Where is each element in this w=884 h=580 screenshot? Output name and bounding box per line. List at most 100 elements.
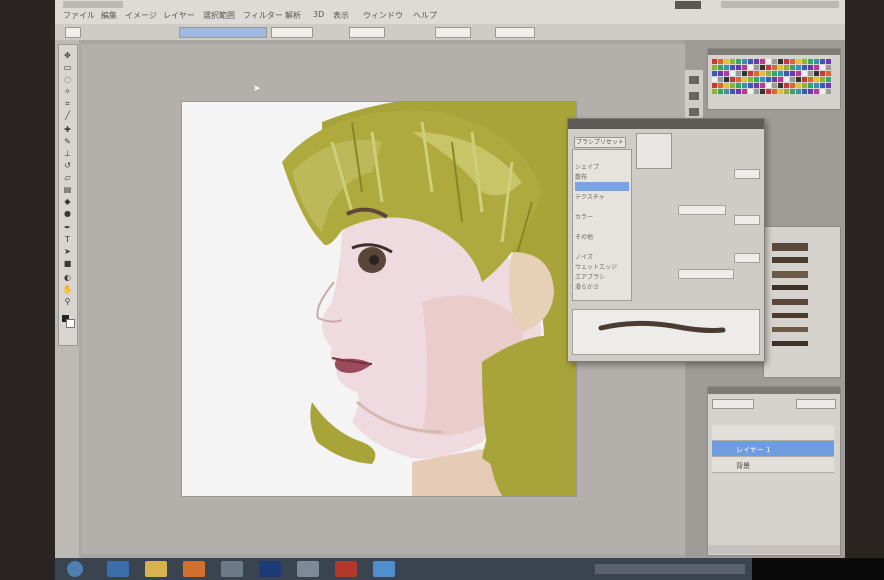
airbrush-toggle[interactable]	[495, 27, 535, 38]
color-swatch[interactable]	[724, 77, 729, 82]
taskbar-app-icon[interactable]	[221, 561, 243, 577]
menu-filter[interactable]: フィルター	[243, 10, 283, 21]
color-swatch[interactable]	[814, 65, 819, 70]
min-field[interactable]	[734, 253, 760, 263]
background-color[interactable]	[66, 319, 75, 328]
workspace-button[interactable]	[675, 1, 701, 9]
eyedropper-icon[interactable]: ╱	[62, 111, 73, 120]
color-swatch[interactable]	[718, 59, 723, 64]
color-swatch[interactable]	[760, 89, 765, 94]
color-swatch[interactable]	[760, 65, 765, 70]
color-swatch[interactable]	[820, 71, 825, 76]
color-swatch[interactable]	[766, 59, 771, 64]
control-select[interactable]	[678, 205, 726, 215]
color-swatch[interactable]	[766, 71, 771, 76]
brush-icon[interactable]	[689, 108, 699, 116]
color-swatch[interactable]	[718, 77, 723, 82]
color-swatch[interactable]	[784, 89, 789, 94]
color-swatch[interactable]	[736, 77, 741, 82]
color-swatch[interactable]	[778, 89, 783, 94]
gradient-icon[interactable]: ▤	[62, 185, 73, 194]
brush-presets-button[interactable]: ブラシプリセット	[574, 137, 626, 148]
color-swatch[interactable]	[778, 59, 783, 64]
color-swatch[interactable]	[772, 71, 777, 76]
brush-setting[interactable]: 滑らかさ	[575, 282, 629, 291]
taskbar-explorer-icon[interactable]	[145, 561, 167, 577]
type-tool-icon[interactable]: T	[62, 235, 73, 244]
color-swatch[interactable]	[742, 77, 747, 82]
color-swatch[interactable]	[766, 77, 771, 82]
adjustments-icon[interactable]	[689, 92, 699, 100]
color-swatch[interactable]	[802, 77, 807, 82]
brush-stroke-6[interactable]	[772, 313, 808, 318]
color-swatch[interactable]	[724, 71, 729, 76]
color-swatch[interactable]	[766, 65, 771, 70]
color-swatch[interactable]	[826, 65, 831, 70]
menu-3d[interactable]: 3D	[313, 10, 324, 19]
path-select-icon[interactable]: ➤	[62, 247, 73, 256]
color-swatch[interactable]	[802, 59, 807, 64]
color-swatch[interactable]	[772, 83, 777, 88]
color-swatch[interactable]	[808, 59, 813, 64]
color-swatch[interactable]	[736, 83, 741, 88]
color-swatch[interactable]	[742, 89, 747, 94]
color-swatch[interactable]	[730, 83, 735, 88]
dodge-tool-icon[interactable]: ●	[62, 209, 73, 218]
color-swatch[interactable]	[784, 65, 789, 70]
color-swatch[interactable]	[754, 59, 759, 64]
color-swatch[interactable]	[712, 65, 717, 70]
color-swatch[interactable]	[724, 65, 729, 70]
color-swatch[interactable]	[808, 83, 813, 88]
color-swatch[interactable]	[742, 71, 747, 76]
color-swatch[interactable]	[772, 77, 777, 82]
color-swatch[interactable]	[718, 83, 723, 88]
color-swatch[interactable]	[718, 89, 723, 94]
color-swatch[interactable]	[784, 59, 789, 64]
color-swatch[interactable]	[778, 65, 783, 70]
color-swatch[interactable]	[712, 77, 717, 82]
color-swatch[interactable]	[814, 89, 819, 94]
color-swatch[interactable]	[796, 71, 801, 76]
color-swatch[interactable]	[820, 77, 825, 82]
color-swatch[interactable]	[796, 77, 801, 82]
menu-select[interactable]: 選択範囲	[203, 10, 235, 21]
brush-stroke-2[interactable]	[772, 257, 808, 263]
clone-stamp-icon[interactable]: ⊥	[62, 149, 73, 158]
color-swatch[interactable]	[826, 71, 831, 76]
color-swatch[interactable]	[718, 65, 723, 70]
color-swatch[interactable]	[730, 77, 735, 82]
shape-tool-icon[interactable]: ■	[62, 259, 73, 268]
healing-brush-icon[interactable]: ✚	[62, 125, 73, 134]
taskbar-app-icon-3[interactable]	[335, 561, 357, 577]
color-swatch[interactable]	[712, 89, 717, 94]
hand-tool-icon[interactable]: ✋	[62, 285, 73, 294]
opacity-field[interactable]	[349, 27, 385, 38]
color-swatch[interactable]	[790, 89, 795, 94]
color-swatch[interactable]	[802, 65, 807, 70]
swatch-grid[interactable]	[712, 59, 836, 99]
color-swatch[interactable]	[742, 65, 747, 70]
crop-tool-icon[interactable]: ⌗	[62, 99, 73, 108]
size-field[interactable]	[734, 169, 760, 179]
color-swatch[interactable]	[730, 59, 735, 64]
color-swatch[interactable]	[742, 59, 747, 64]
color-swatch[interactable]	[802, 71, 807, 76]
color-swatch[interactable]	[754, 77, 759, 82]
brush-setting[interactable]: 散布	[575, 172, 629, 181]
color-swatch[interactable]	[712, 83, 717, 88]
menu-image[interactable]: イメージ	[125, 10, 157, 21]
color-swatch[interactable]	[736, 65, 741, 70]
brush-tip-grid[interactable]	[636, 133, 672, 169]
brush-stroke-5[interactable]	[772, 299, 808, 305]
color-swatch[interactable]	[826, 83, 831, 88]
color-swatch[interactable]	[760, 83, 765, 88]
blur-tool-icon[interactable]: ◆	[62, 197, 73, 206]
brush-setting[interactable]	[575, 222, 629, 231]
brush-panel-titlebar[interactable]	[568, 119, 764, 129]
color-swatch[interactable]	[748, 65, 753, 70]
brush-size-field[interactable]	[179, 27, 267, 38]
menu-help[interactable]: ヘルプ	[413, 10, 437, 21]
color-swatch[interactable]	[772, 89, 777, 94]
color-swatch[interactable]	[772, 65, 777, 70]
history-brush-icon[interactable]: ↺	[62, 161, 73, 170]
